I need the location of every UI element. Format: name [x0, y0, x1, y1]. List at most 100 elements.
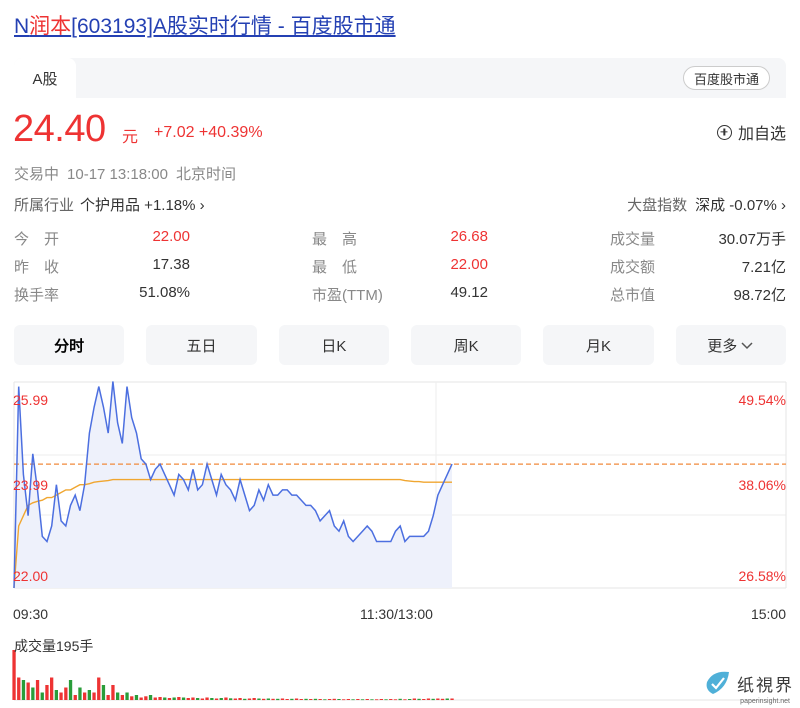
volume-bar — [365, 699, 369, 700]
volume-bar — [144, 696, 148, 701]
volume-bar — [73, 695, 77, 700]
volume-bar — [50, 677, 54, 700]
tab-daily-k[interactable]: 日K — [278, 325, 389, 365]
stat-label: 总市值 — [610, 287, 656, 304]
source-badge[interactable]: 百度股市通 — [682, 66, 770, 90]
volume-bar — [92, 692, 96, 700]
y-tick-left: 25.99 — [13, 392, 49, 408]
volume-bar — [17, 677, 21, 700]
x-tick: 11:30/13:00 — [360, 606, 433, 622]
volume-bar — [257, 698, 261, 700]
stat-label: 换手率 — [14, 287, 60, 304]
volume-bar — [313, 698, 318, 701]
volume-bar — [116, 692, 120, 700]
volume-bar — [153, 697, 157, 700]
volume-bar — [304, 698, 308, 701]
volume-bar — [120, 695, 124, 700]
volume-bar — [318, 699, 322, 700]
period-tabs: 分时 五日 日K 周K 月K 更多 — [14, 325, 786, 365]
tab-more[interactable]: 更多 — [675, 325, 786, 365]
stat-value: 17.38 — [152, 256, 190, 273]
volume-bar — [59, 692, 63, 700]
chevron-down-icon — [741, 342, 753, 350]
volume-bar — [403, 699, 407, 701]
volume-bar — [196, 698, 200, 700]
volume-bar — [68, 680, 73, 700]
leaf-logo-icon — [706, 671, 729, 694]
volume-bar — [323, 699, 327, 701]
volume-bar — [45, 685, 49, 700]
volume-bar — [83, 692, 87, 700]
volume-bar — [238, 698, 242, 700]
volume-bar — [332, 698, 336, 701]
volume-bar — [294, 698, 299, 700]
volume-bar — [158, 697, 162, 700]
volume-bar — [346, 699, 350, 700]
volume-bar — [285, 699, 289, 700]
watermark-text: 纸視界 — [737, 675, 794, 696]
card-header — [14, 58, 786, 98]
volume-bar — [393, 699, 398, 701]
volume-bar — [280, 698, 285, 700]
volume-bar — [243, 698, 247, 701]
volume-bar — [426, 698, 431, 700]
volume-bar — [412, 698, 416, 700]
volume-bar — [436, 698, 440, 700]
add-watchlist-button[interactable]: 加自选 — [716, 120, 786, 144]
stat-value: 26.68 — [450, 228, 488, 245]
watermark-sub: paperinsight.net — [740, 698, 790, 705]
volume-bar — [266, 698, 270, 700]
y-tick-right: 38.06% — [738, 477, 786, 493]
page-title[interactable]: N润本[603193]A股实时行情 - 百度股市通 — [14, 10, 396, 40]
tab-weekly-k[interactable]: 周K — [410, 325, 522, 365]
market-index-link[interactable]: 大盘指数 深成 -0.07% › — [627, 194, 786, 215]
stat-value: 7.21亿 — [741, 259, 786, 276]
quote-stats: 今 开 22.00 最 高 26.68 成交量 30.07万手 昨 收 17.38 最 … — [14, 228, 786, 312]
volume-bar — [233, 698, 237, 700]
tab-intraday[interactable]: 分时 — [14, 325, 125, 365]
industry-link[interactable]: 所属行业 个护用品 +1.18% › — [14, 194, 205, 215]
volume-bar — [205, 697, 209, 700]
volume-bar — [271, 698, 275, 701]
volume-bar — [252, 698, 256, 700]
intraday-chart[interactable] — [0, 370, 800, 708]
stat-value: 22.00 — [450, 256, 488, 273]
volume-bar — [309, 699, 313, 700]
tab-monthly-k[interactable]: 月K — [543, 325, 654, 365]
volume-bar — [130, 696, 134, 701]
stat-label: 市盈(TTM) — [312, 287, 383, 304]
volume-bar — [64, 687, 68, 700]
volume-bar — [384, 699, 388, 701]
volume-bar — [78, 687, 82, 700]
volume-bar — [191, 697, 195, 700]
volume-bar — [351, 699, 355, 701]
volume-bar — [327, 699, 332, 700]
stat-label: 昨 收 — [14, 259, 60, 276]
volume-bar — [26, 682, 30, 700]
stat-value: 30.07万手 — [718, 231, 786, 248]
trading-status: 交易中 10-17 13:18:00 北京时间 — [14, 163, 244, 184]
volume-bar — [389, 699, 393, 700]
market-index-value: 深成 -0.07% › — [695, 197, 786, 214]
add-watchlist-label: 加自选 — [737, 126, 786, 143]
volume-bar — [134, 695, 139, 700]
volume-bar — [247, 698, 252, 700]
volume-bar — [379, 699, 383, 700]
volume-bar — [356, 699, 360, 700]
stat-label: 最 低 — [312, 259, 358, 276]
tab-a-share[interactable]: A股 — [14, 58, 76, 98]
status-time: 10-17 13:18:00 — [67, 166, 168, 183]
volume-bar — [186, 698, 190, 700]
price-change: +7.02 +40.39% — [154, 124, 263, 141]
volume-bar — [125, 692, 129, 700]
volume-bar — [148, 695, 153, 700]
volume-bar — [276, 698, 280, 701]
stat-value: 49.12 — [450, 284, 488, 301]
volume-bar — [408, 699, 412, 700]
volume-bar — [35, 680, 40, 700]
volume-bar — [224, 697, 228, 700]
tab-five-day[interactable]: 五日 — [146, 325, 257, 365]
volume-bar — [431, 698, 435, 701]
volume-bar — [422, 699, 426, 700]
stat-label: 成交额 — [610, 259, 656, 276]
